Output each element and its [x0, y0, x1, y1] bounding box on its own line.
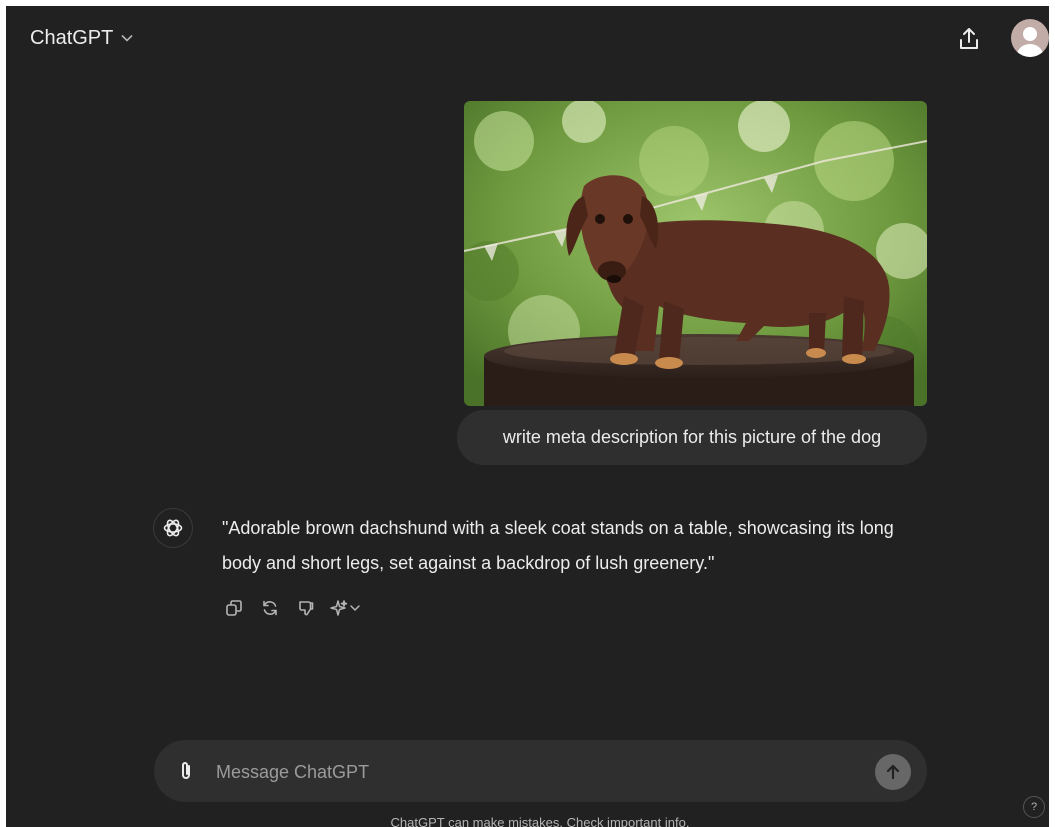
regenerate-icon[interactable] [254, 596, 286, 620]
model-name: ChatGPT [30, 26, 114, 49]
chatgpt-logo-icon [153, 508, 193, 548]
message-composer [154, 740, 927, 802]
share-icon[interactable] [956, 26, 982, 52]
arrow-up-icon[interactable] [875, 754, 911, 790]
chat-app: ChatGPT write meta description for this … [6, 6, 1049, 827]
chevron-down-icon [121, 34, 133, 42]
paperclip-icon[interactable] [174, 759, 198, 783]
model-switcher[interactable]: ChatGPT [30, 24, 133, 52]
user-avatar[interactable] [1011, 19, 1049, 57]
copy-icon[interactable] [218, 596, 250, 620]
sparkle-icon[interactable] [326, 596, 366, 620]
help-button[interactable]: ? [1023, 796, 1045, 818]
dachshund-photo[interactable] [464, 101, 927, 406]
thumbs-down-icon[interactable] [290, 596, 322, 620]
user-message: write meta description for this picture … [457, 410, 927, 465]
disclaimer: ChatGPT can make mistakes. Check importa… [390, 815, 690, 827]
user-message-text: write meta description for this picture … [502, 427, 882, 447]
message-input[interactable] [214, 754, 868, 790]
message-actions [218, 596, 366, 620]
assistant-message: "Adorable brown dachshund with a sleek c… [222, 518, 894, 573]
